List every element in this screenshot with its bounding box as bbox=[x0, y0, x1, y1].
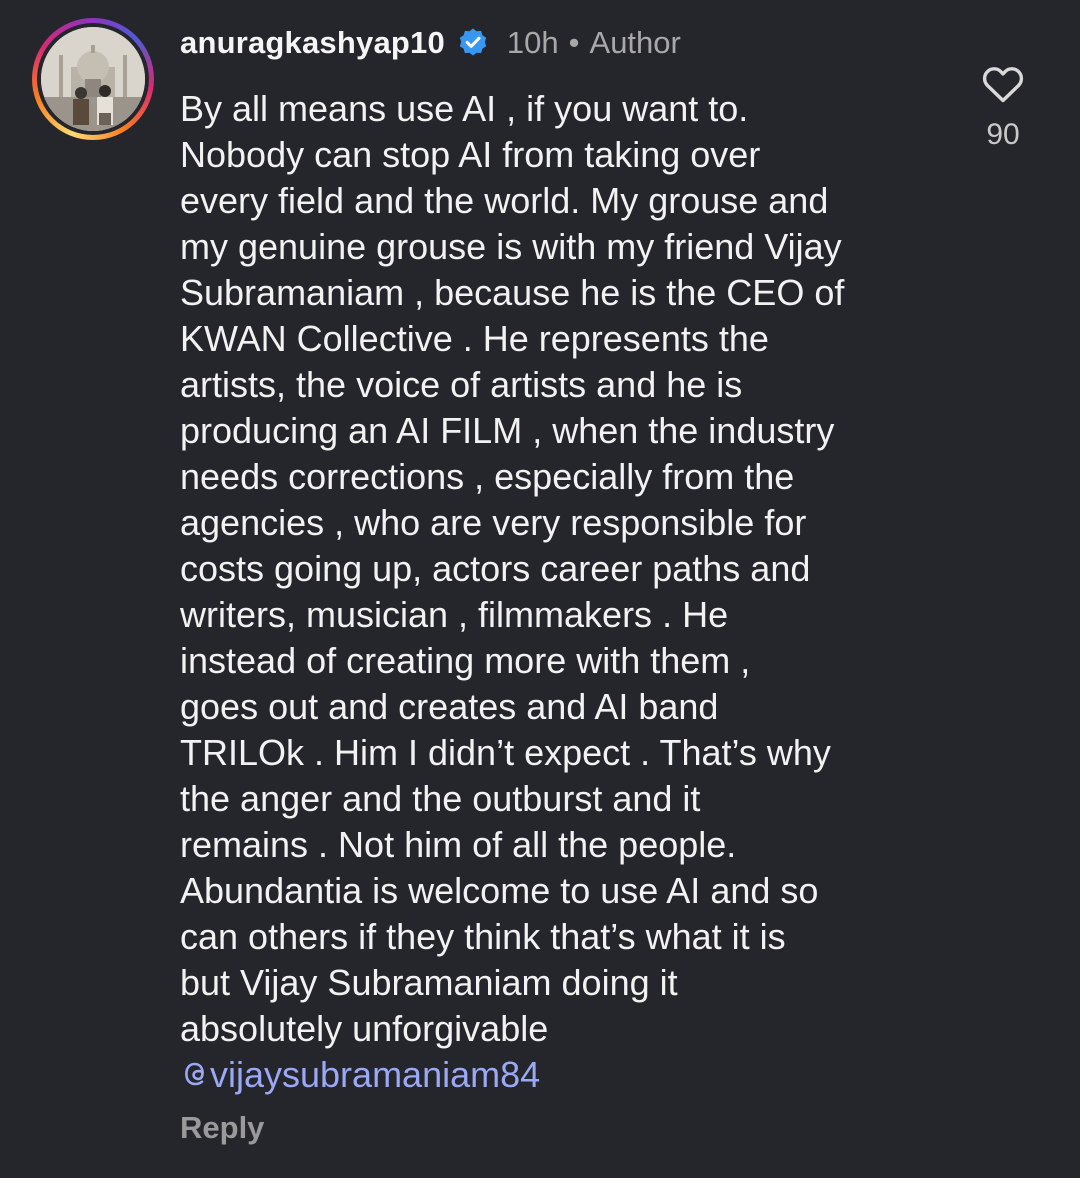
comment-line: absolutely unforgivable bbox=[180, 1008, 549, 1049]
comment-line: Subramaniam , because he is the CEO of bbox=[180, 272, 845, 313]
comment-line: KWAN Collective . He represents the bbox=[180, 318, 769, 359]
comment-line: Nobody can stop AI from taking over bbox=[180, 134, 761, 175]
comment-line: instead of creating more with them , bbox=[180, 640, 751, 681]
reply-button[interactable]: Reply bbox=[180, 1110, 264, 1146]
avatar-photo-image bbox=[41, 27, 145, 131]
avatar-photo bbox=[41, 27, 145, 131]
comment-line: needs corrections , especially from the bbox=[180, 456, 795, 497]
like-count: 90 bbox=[986, 118, 1020, 151]
comment-line: the anger and the outburst and it bbox=[180, 778, 701, 819]
comment-line: artists, the voice of artists and he is bbox=[180, 364, 743, 405]
comment-line: producing an AI FILM , when the industry bbox=[180, 410, 835, 451]
comment-line: costs going up, actors career paths and bbox=[180, 548, 811, 589]
username[interactable]: anuragkashyap10 bbox=[180, 25, 445, 61]
author-label: Author bbox=[589, 25, 681, 60]
comment-line: remains . Not him of all the people. bbox=[180, 824, 737, 865]
like-section: 90 bbox=[968, 60, 1038, 152]
comment-header: anuragkashyap10 10h • Author bbox=[180, 20, 681, 66]
comment-line: goes out and creates and AI band bbox=[180, 686, 719, 727]
mention-link[interactable]: vijaysubramaniam84 bbox=[180, 1052, 960, 1098]
comment-line: agencies , who are very responsible for bbox=[180, 502, 807, 543]
comment-line: Abundantia is welcome to use AI and so bbox=[180, 870, 819, 911]
header-separator: • bbox=[568, 25, 580, 60]
threads-at-icon bbox=[180, 1056, 210, 1090]
avatar-ring-gap bbox=[37, 23, 149, 135]
heart-icon[interactable] bbox=[979, 60, 1027, 108]
avatar[interactable] bbox=[32, 18, 154, 140]
comment-line: but Vijay Subramaniam doing it bbox=[180, 962, 678, 1003]
comment-line: writers, musician , filmmakers . He bbox=[180, 594, 729, 635]
verified-badge-icon bbox=[457, 27, 489, 59]
comment-line: can others if they think that’s what it … bbox=[180, 916, 786, 957]
comment-time: 10h bbox=[506, 25, 559, 60]
comment-line: By all means use AI , if you want to. bbox=[180, 88, 749, 129]
comment-line: TRILOk . Him I didn’t expect . That’s wh… bbox=[180, 732, 831, 773]
mention-handle[interactable]: vijaysubramaniam84 bbox=[210, 1054, 540, 1095]
comment-line: my genuine grouse is with my friend Vija… bbox=[180, 226, 842, 267]
comment: anuragkashyap10 10h • Author By all mean… bbox=[0, 0, 1080, 1178]
comment-text: By all means use AI , if you want to. No… bbox=[180, 86, 960, 1098]
comment-line: every field and the world. My grouse and bbox=[180, 180, 829, 221]
